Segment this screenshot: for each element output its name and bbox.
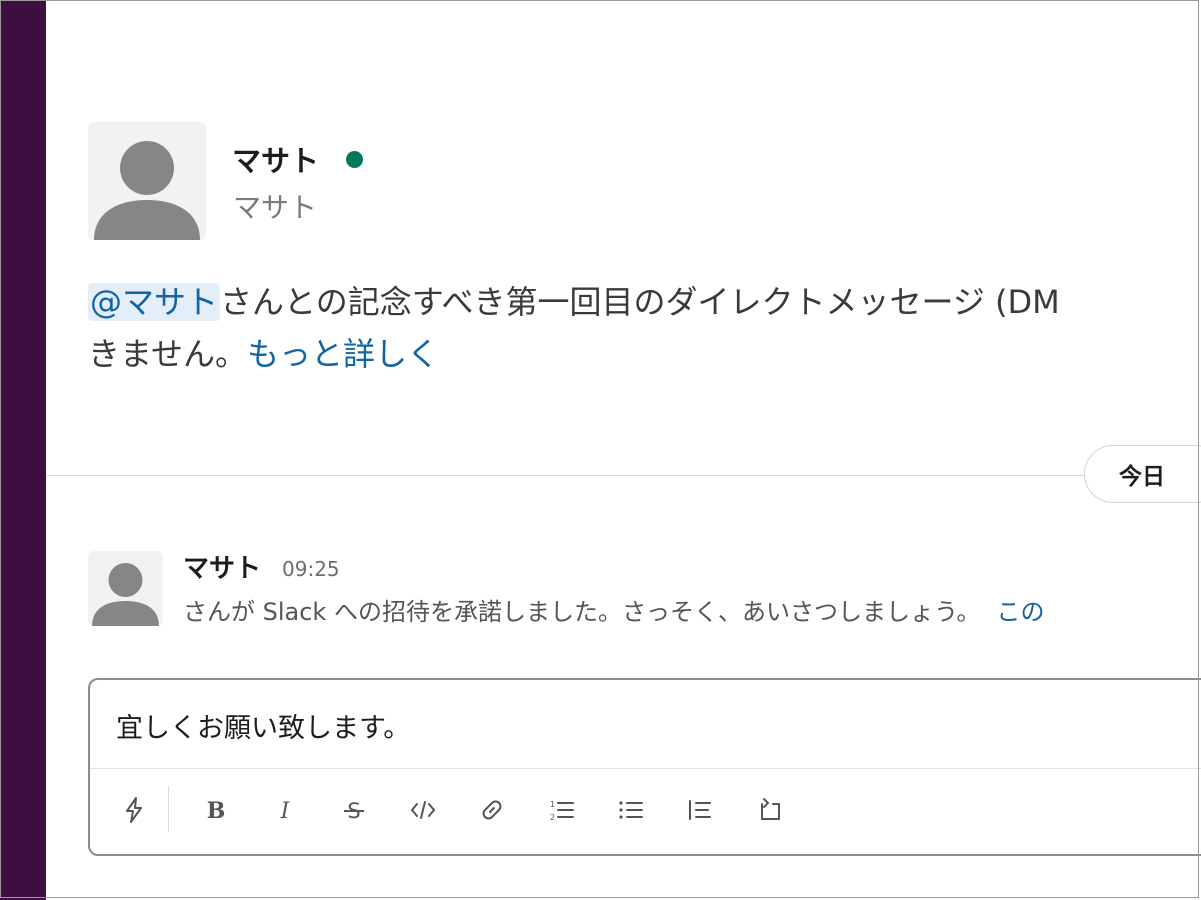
bold-icon[interactable]: B <box>198 792 234 828</box>
code-icon[interactable] <box>405 792 441 828</box>
dm-intro-text: @マサトさんとの記念すべき第一回目のダイレクトメッセージ (DM きません。もっ… <box>88 276 1201 380</box>
dm-intro-line-2: きません。もっと詳しく <box>88 328 1201 380</box>
learn-more-link[interactable]: もっと詳しく <box>247 335 439 373</box>
italic-icon[interactable]: I <box>267 792 303 828</box>
toolbar-divider <box>168 786 169 832</box>
code-block-icon[interactable] <box>751 792 787 828</box>
date-jump-button[interactable]: 今日 <box>1084 445 1201 503</box>
user-avatar-icon <box>94 141 200 240</box>
user-avatar-icon <box>92 563 159 626</box>
profile-name[interactable]: マサト <box>232 138 319 180</box>
composer-toolbar-separator <box>90 768 1201 769</box>
composer-input[interactable]: 宜しくお願い致します。 <box>116 706 410 745</box>
message-composer[interactable]: 宜しくお願い致します。 B I S 1 2 <box>88 678 1201 856</box>
ordered-list-icon[interactable]: 1 2 <box>544 792 580 828</box>
profile-display-name: マサト <box>233 191 318 224</box>
link-icon[interactable] <box>474 792 510 828</box>
presence-indicator <box>346 151 363 168</box>
svg-text:I: I <box>280 799 291 824</box>
message-body: さんが Slack への招待を承諾しました。さっそく、あいさつしましょう。 この <box>183 592 1201 627</box>
bulleted-list-icon[interactable] <box>613 792 649 828</box>
strikethrough-icon[interactable]: S <box>336 792 372 828</box>
intro-text-1: さんとの記念すべき第一回目のダイレクトメッセージ (DM <box>220 283 1060 321</box>
svg-text:B: B <box>207 798 226 824</box>
dm-intro-line-1: @マサトさんとの記念すべき第一回目のダイレクトメッセージ (DM <box>88 276 1201 328</box>
message-link[interactable]: この <box>997 598 1045 626</box>
date-divider <box>46 475 1201 476</box>
svg-text:2: 2 <box>550 813 555 822</box>
shortcuts-icon[interactable] <box>116 792 152 828</box>
message-avatar[interactable] <box>88 551 163 626</box>
user-mention[interactable]: @マサト <box>88 283 221 321</box>
blockquote-icon[interactable] <box>682 792 718 828</box>
message-timestamp[interactable]: 09:25 <box>282 557 340 581</box>
profile-avatar[interactable] <box>88 122 206 240</box>
sidebar-strip <box>0 0 46 900</box>
message-text: さんが Slack への招待を承諾しました。さっそく、あいさつしましょう。 <box>183 598 981 626</box>
svg-text:1: 1 <box>550 800 555 809</box>
intro-text-2: きません。 <box>88 335 248 373</box>
message-author[interactable]: マサト <box>183 548 261 585</box>
